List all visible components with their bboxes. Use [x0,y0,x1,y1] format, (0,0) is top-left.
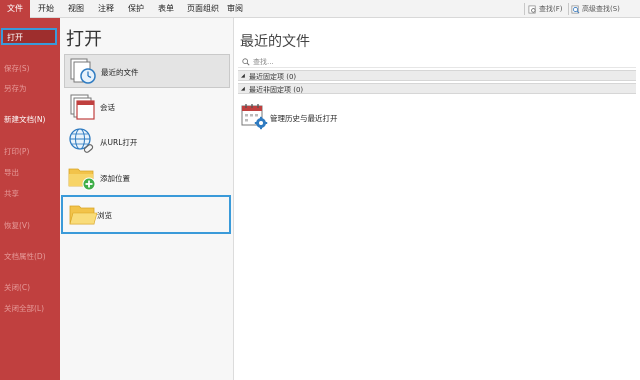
find-label: 查找(F) [539,5,563,13]
open-option-label: 最近的文件 [101,68,139,77]
page-title: 打开 [66,29,102,50]
recent-files-panel: 最近的文件 查找... ◢ 最近固定项 (0) ◢ 最近非固定项 (0) 管理历… [235,18,640,380]
menu-view[interactable]: 视图 [64,0,88,18]
collapse-triangle-icon: ◢ [241,73,245,79]
open-option-label: 会话 [100,103,115,112]
advanced-find-icon [571,5,580,13]
sidebar-item-open-label: 打开 [7,33,23,42]
calendar-gear-icon [241,104,268,130]
find-button[interactable]: 查找(F) [528,2,563,16]
sidebar-item-save[interactable]: 保存(S) [4,63,30,74]
open-option-from-url[interactable]: 从URL打开 [64,125,230,159]
advanced-find-button[interactable]: 高级查找(S) [571,2,620,16]
menu-comment[interactable]: 注释 [94,0,118,18]
group-unpinned[interactable]: ◢ 最近非固定项 (0) [238,83,636,94]
menu-home[interactable]: 开始 [34,0,58,18]
add-folder-icon [68,168,96,191]
open-option-browse[interactable]: 浏览 [61,195,231,234]
folder-open-icon [69,205,98,225]
sidebar-item-open[interactable]: 打开 [1,28,57,45]
recent-files-search[interactable]: 查找... [238,56,636,68]
sidebar-item-export[interactable]: 导出 [4,167,19,178]
sidebar-item-save-as[interactable]: 另存为 [4,83,27,94]
advanced-find-label: 高级查找(S) [582,5,620,13]
manage-history-label: 管理历史与最近打开 [270,114,338,123]
open-option-label: 添加位置 [100,174,130,183]
sidebar-item-recover[interactable]: 恢复(V) [4,220,30,231]
find-icon [528,5,536,13]
toolbar-separator [568,3,569,15]
group-pinned-label: 最近固定项 (0) [249,73,297,81]
globe-link-icon [69,128,94,153]
open-options-panel: 打开 最近的文件 会话 从URL打开 添加位置 浏览 [60,18,234,380]
recent-files-title: 最近的文件 [240,34,310,50]
open-option-recent-files[interactable]: 最近的文件 [64,54,230,88]
open-option-label: 浏览 [97,211,112,220]
sidebar-item-print[interactable]: 打印(P) [4,146,29,157]
group-pinned[interactable]: ◢ 最近固定项 (0) [238,70,636,81]
sidebar-item-new-document[interactable]: 新建文档(N) [4,114,45,125]
sidebar-item-share[interactable]: 共享 [4,188,19,199]
search-placeholder: 查找... [253,58,274,66]
recent-files-icon [70,58,96,84]
menu-protect[interactable]: 保护 [124,0,148,18]
collapse-triangle-icon: ◢ [241,86,245,92]
open-option-add-place[interactable]: 添加位置 [64,161,230,195]
search-icon [242,58,250,66]
group-unpinned-label: 最近非固定项 (0) [249,86,304,94]
sidebar-item-close-all[interactable]: 关闭全部(L) [4,303,44,314]
menu-form[interactable]: 表单 [154,0,178,18]
open-option-label: 从URL打开 [100,138,138,147]
toolbar-separator [524,3,525,15]
menu-page-organize[interactable]: 页面组织 [183,0,223,18]
session-icon [70,94,95,120]
menu-bar: 文件 开始 视图 注释 保护 表单 页面组织 审阅 查找(F) 高级查找(S) [0,0,640,18]
sidebar-item-document-properties[interactable]: 文档属性(D) [4,251,46,262]
open-option-session[interactable]: 会话 [64,90,230,124]
sidebar-item-close[interactable]: 关闭(C) [4,282,30,293]
menu-file[interactable]: 文件 [0,0,30,18]
menu-review[interactable]: 审阅 [224,0,246,18]
backstage-sidebar: 打开 保存(S) 另存为 新建文档(N) 打印(P) 导出 共享 恢复(V) 文… [0,18,60,380]
manage-history-button[interactable]: 管理历史与最近打开 [240,102,360,132]
